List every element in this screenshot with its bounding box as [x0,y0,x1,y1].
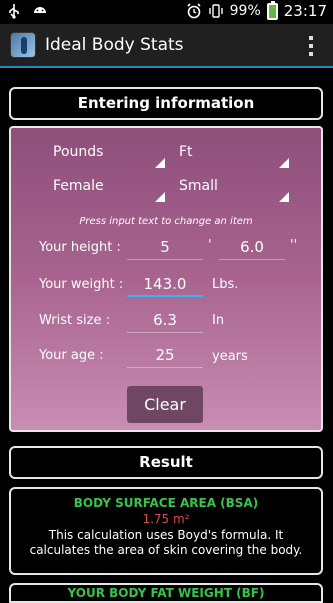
status-bar: 99% 23:17 [0,0,333,24]
height-label: Your height : [39,240,121,255]
bsa-value: 1.75 m² [142,512,190,526]
gender-spinner[interactable]: Female [53,178,165,204]
bsa-result-card: BODY SURFACE AREA (BSA) 1.75 m² This cal… [9,487,323,575]
bsa-description: This calculation uses Boyd's formula. It… [29,528,303,557]
app-title: Ideal Body Stats [45,35,184,55]
weight-unit-spinner[interactable]: Pounds [53,144,165,170]
input-hint: Press input text to change an item [79,216,253,227]
clock: 23:17 [283,2,327,20]
inches-mark: '' [290,238,298,253]
entering-information-header: Entering information [9,87,323,120]
age-input[interactable]: 25 [127,344,203,368]
body-fat-result-card: YOUR BODY FAT WEIGHT (BF) [9,583,323,603]
dropdown-arrow-icon [155,192,165,202]
wrist-label: Wrist size : [39,313,110,328]
battery-icon [266,0,278,20]
dropdown-arrow-icon [155,158,165,168]
age-unit: years [212,349,248,364]
dropdown-arrow-icon [279,192,289,202]
vibrate-icon [208,4,223,18]
result-header: Result [9,446,323,479]
height-unit-spinner[interactable]: Ft [179,144,289,170]
battery-percent: 99% [229,3,261,19]
usb-icon [9,4,19,19]
feet-mark: ' [208,238,212,253]
overflow-menu-icon[interactable] [309,36,313,56]
input-panel: Pounds Ft Female Small Press input text … [9,126,323,432]
height-feet-input[interactable]: 5 [127,236,203,260]
age-label: Your age : [39,348,104,363]
clear-button[interactable]: Clear [127,386,203,423]
alarm-icon [187,3,201,19]
android-icon [34,7,46,13]
weight-input[interactable]: 143.0 [127,273,203,297]
wrist-input[interactable]: 6.3 [127,309,203,333]
weight-unit: Lbs. [212,277,239,292]
app-logo-icon[interactable] [10,32,36,58]
gender-value: Female [53,178,104,194]
frame-size-spinner[interactable]: Small [179,178,289,204]
weight-label: Your weight : [39,277,124,292]
weight-unit-value: Pounds [53,144,104,160]
wrist-unit: In [212,313,225,328]
height-inches-input[interactable]: 6.0 [219,236,285,260]
dropdown-arrow-icon [279,158,289,168]
height-unit-value: Ft [179,144,193,160]
action-bar: Ideal Body Stats [0,24,333,68]
bsa-title: BODY SURFACE AREA (BSA) [73,496,259,510]
frame-size-value: Small [179,178,218,194]
body-fat-title: YOUR BODY FAT WEIGHT (BF) [67,586,265,600]
